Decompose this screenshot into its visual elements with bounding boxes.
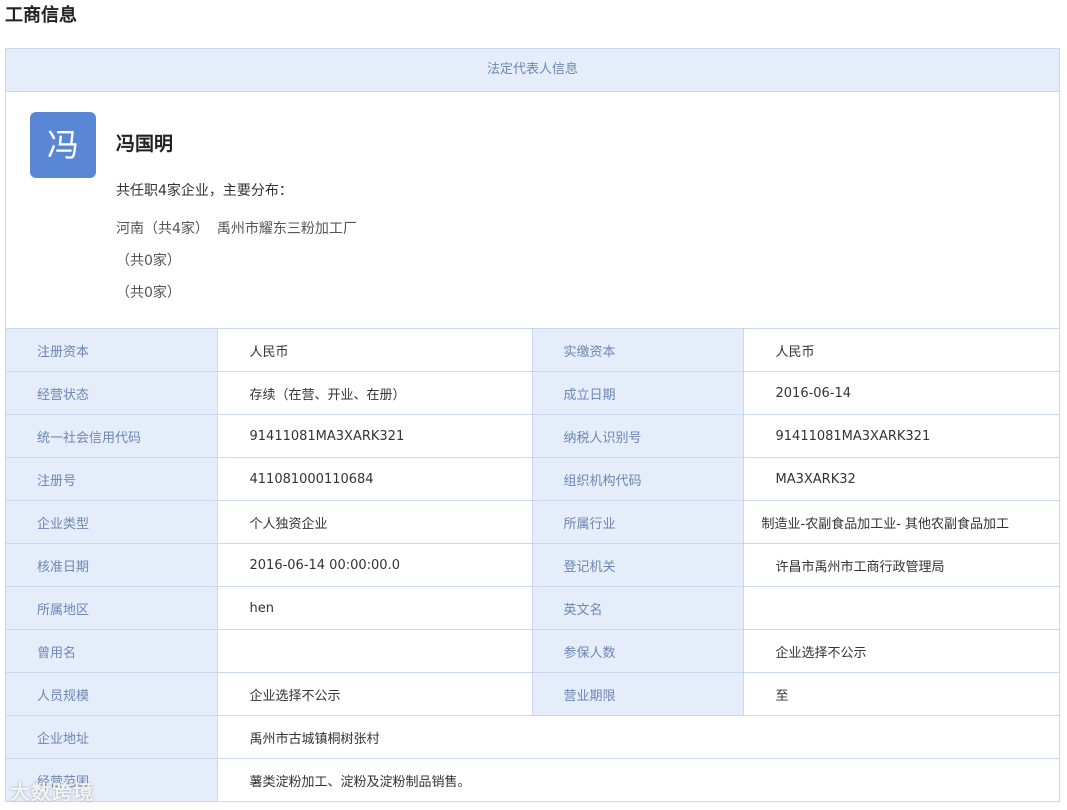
field-value: 2016-06-14 00:00:00.0 — [217, 543, 533, 587]
table-row: 核准日期 2016-06-14 00:00:00.0 登记机关 许昌市禹州市工商… — [6, 543, 1059, 587]
field-value: MA3XARK32 — [743, 457, 1059, 501]
distribution-item: 河南（共4家） 禹州市耀东三粉加工厂 — [116, 213, 357, 245]
table-row: 统一社会信用代码 91411081MA3XARK321 纳税人识别号 91411… — [6, 414, 1059, 458]
legal-representative-card: 冯 冯国明 共任职4家企业，主要分布： 河南（共4家） 禹州市耀东三粉加工厂 （共… — [6, 92, 1059, 329]
panel-header: 法定代表人信息 — [6, 49, 1059, 92]
distribution-region: （共0家） — [116, 285, 181, 301]
field-label: 注册号 — [6, 457, 218, 501]
field-value: 人民币 — [217, 329, 533, 372]
field-value: 至 — [743, 672, 1059, 716]
field-value: 禹州市古城镇桐树张村 — [217, 715, 1059, 759]
table-row: 经营范围 薯类淀粉加工、淀粉及淀粉制品销售。 — [6, 758, 1059, 802]
field-value: 许昌市禹州市工商行政管理局 — [743, 543, 1059, 587]
table-row: 经营状态 存续（在营、开业、在册） 成立日期 2016-06-14 — [6, 371, 1059, 415]
table-row: 曾用名 参保人数 企业选择不公示 — [6, 629, 1059, 673]
field-label: 所属行业 — [532, 500, 744, 544]
field-label: 统一社会信用代码 — [6, 414, 218, 458]
distribution-item: （共0家） — [116, 277, 357, 309]
field-label: 注册资本 — [6, 329, 218, 372]
field-label: 曾用名 — [6, 629, 218, 673]
field-label: 企业地址 — [6, 715, 218, 759]
distribution-item: （共0家） — [116, 245, 357, 277]
business-info-panel: 法定代表人信息 冯 冯国明 共任职4家企业，主要分布： 河南（共4家） 禹州市耀东… — [5, 48, 1060, 802]
field-value: 人民币 — [743, 329, 1059, 372]
field-value: 企业选择不公示 — [217, 672, 533, 716]
distribution-region: 河南（共4家） — [116, 221, 209, 237]
distribution-region: （共0家） — [116, 253, 181, 269]
page: 工商信息 法定代表人信息 冯 冯国明 共任职4家企业，主要分布： 河南（共4家）… — [0, 0, 1067, 810]
field-value: 个人独资企业 — [217, 500, 533, 544]
field-label: 纳税人识别号 — [532, 414, 744, 458]
field-value: hen — [217, 586, 533, 630]
table-row: 企业地址 禹州市古城镇桐树张村 — [6, 715, 1059, 759]
field-label: 营业期限 — [532, 672, 744, 716]
field-label: 所属地区 — [6, 586, 218, 630]
field-value: 存续（在营、开业、在册） — [217, 371, 533, 415]
field-label: 登记机关 — [532, 543, 744, 587]
field-value: 制造业-农副食品加工业- 其他农副食品加工 — [743, 500, 1059, 544]
table-row: 企业类型 个人独资企业 所属行业 制造业-农副食品加工业- 其他农副食品加工 — [6, 500, 1059, 544]
field-value: 91411081MA3XARK321 — [743, 414, 1059, 458]
field-label: 成立日期 — [532, 371, 744, 415]
field-label: 实缴资本 — [532, 329, 744, 372]
table-row: 注册号 411081000110684 组织机构代码 MA3XARK32 — [6, 457, 1059, 501]
representative-summary: 共任职4家企业，主要分布： — [116, 183, 293, 199]
representative-name[interactable]: 冯国明 — [116, 130, 173, 158]
field-label: 核准日期 — [6, 543, 218, 587]
field-label: 英文名 — [532, 586, 744, 630]
avatar: 冯 — [30, 112, 96, 178]
field-label: 企业类型 — [6, 500, 218, 544]
field-value: 薯类淀粉加工、淀粉及淀粉制品销售。 — [217, 758, 1059, 802]
business-info-table: 注册资本 人民币 实缴资本 人民币 经营状态 存续（在营、开业、在册） 成立日期… — [6, 329, 1059, 802]
field-value — [743, 586, 1059, 630]
table-row: 注册资本 人民币 实缴资本 人民币 — [6, 329, 1059, 372]
field-value: 91411081MA3XARK321 — [217, 414, 533, 458]
distribution-list: 河南（共4家） 禹州市耀东三粉加工厂 （共0家） （共0家） — [116, 213, 357, 309]
watermark: 大数跨境 — [10, 780, 94, 804]
field-label: 人员规模 — [6, 672, 218, 716]
table-row: 人员规模 企业选择不公示 营业期限 至 — [6, 672, 1059, 716]
field-label: 经营状态 — [6, 371, 218, 415]
field-value: 企业选择不公示 — [743, 629, 1059, 673]
section-title: 工商信息 — [5, 5, 77, 26]
field-label: 组织机构代码 — [532, 457, 744, 501]
field-value — [217, 629, 533, 673]
distribution-company-link[interactable]: 禹州市耀东三粉加工厂 — [217, 221, 357, 237]
field-value: 2016-06-14 — [743, 371, 1059, 415]
table-row: 所属地区 hen 英文名 — [6, 586, 1059, 630]
field-value: 411081000110684 — [217, 457, 533, 501]
field-label: 参保人数 — [532, 629, 744, 673]
